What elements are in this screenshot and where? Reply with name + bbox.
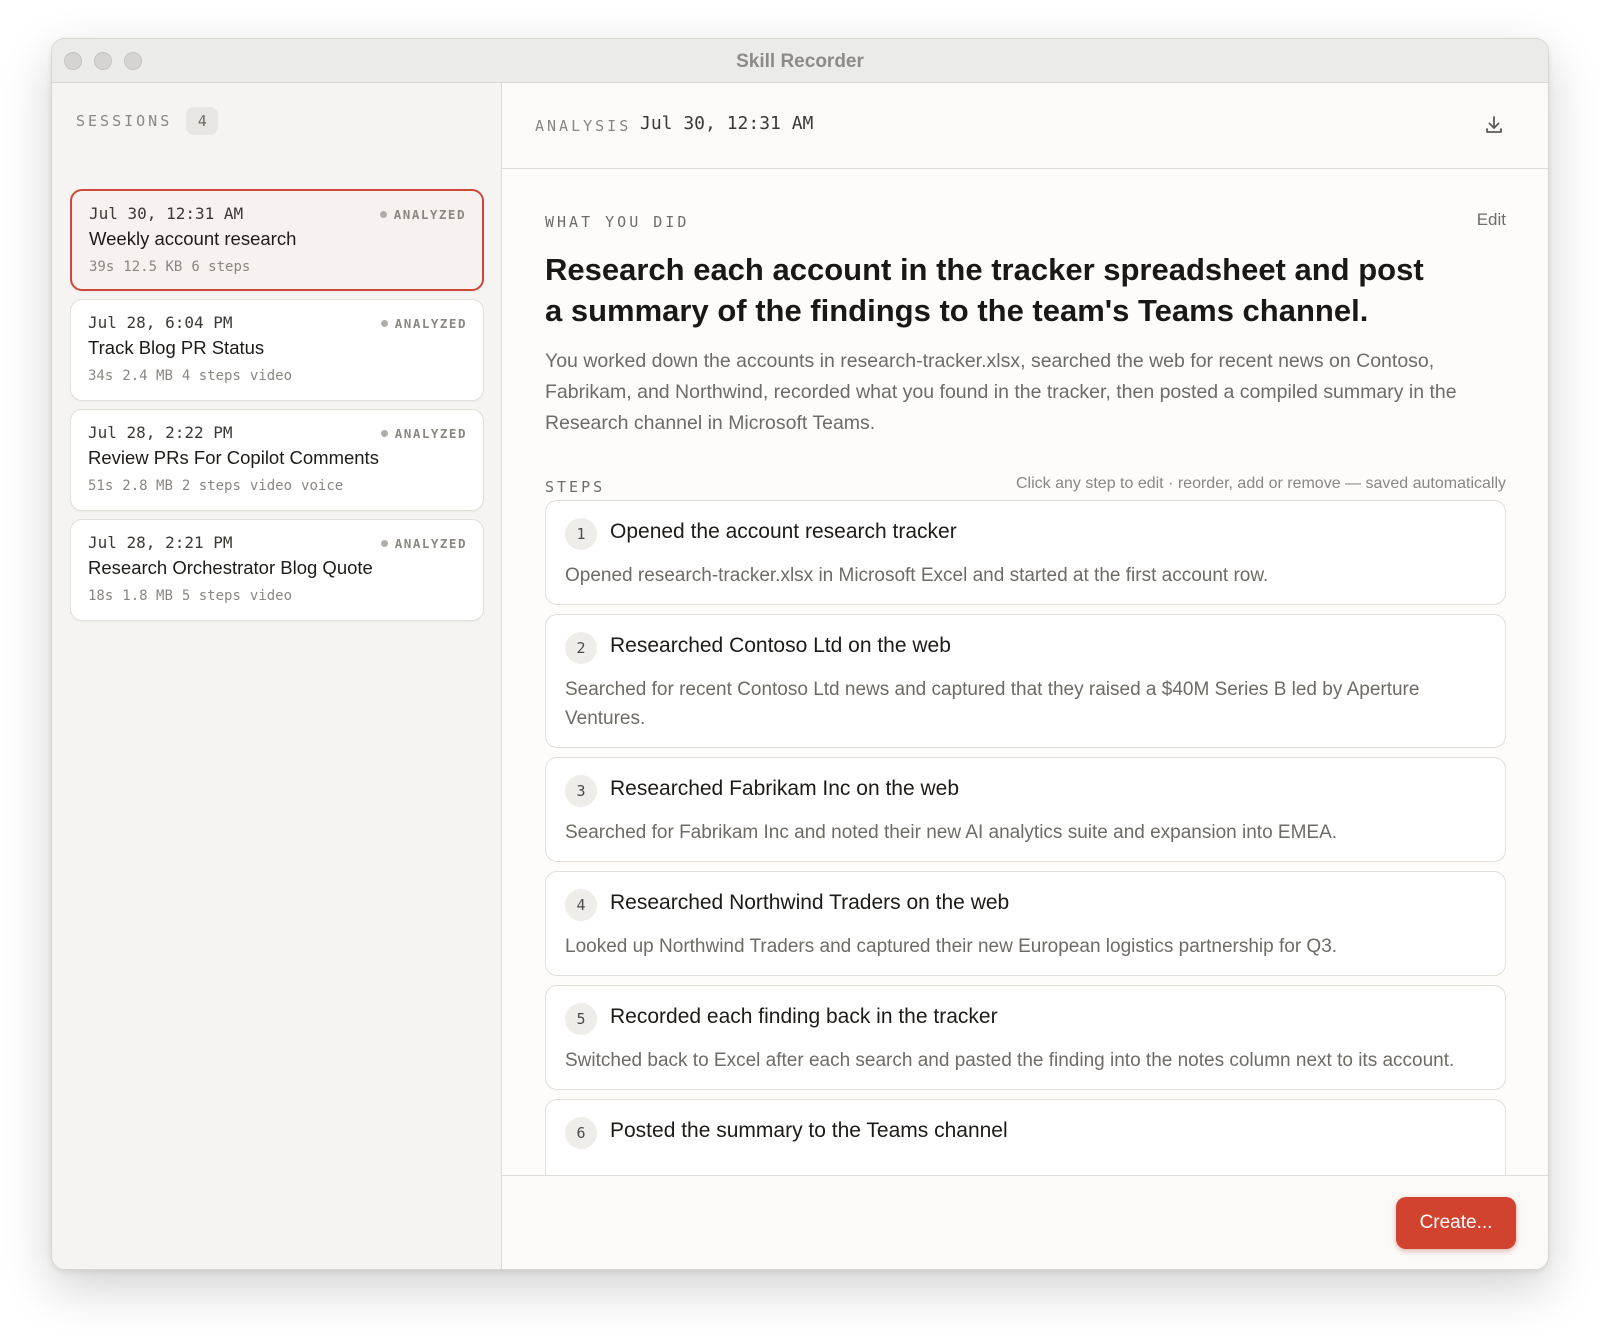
step-card[interactable]: 6 Posted the summary to the Teams channe… <box>545 1099 1506 1175</box>
status-badge: ANALYZED <box>380 536 467 551</box>
session-meta: 39s 12.5 KB 6 steps <box>89 259 259 275</box>
status-dot-icon <box>380 540 388 547</box>
session-size: 2.4 MB <box>122 368 173 384</box>
step-card[interactable]: 5 Recorded each finding back in the trac… <box>545 985 1506 1090</box>
step-title: Recorded each finding back in the tracke… <box>610 1005 998 1028</box>
status-dot-icon <box>379 211 387 218</box>
session-tag-video: video <box>249 478 293 494</box>
session-tag-video: video <box>249 368 293 384</box>
session-card[interactable]: Jul 28, 2:22 PM ANALYZED Review PRs For … <box>70 409 484 511</box>
task-summary: You worked down the accounts in research… <box>545 350 1457 434</box>
status-label: ANALYZED <box>394 426 467 441</box>
session-steps: 6 steps <box>191 259 251 275</box>
step-description: Opened research-tracker.xlsx in Microsof… <box>565 565 1269 586</box>
session-date: Jul 30, 12:31 AM <box>89 204 244 223</box>
step-card[interactable]: 3 Researched Fabrikam Inc on the web Sea… <box>545 757 1506 862</box>
session-size: 12.5 KB <box>123 259 183 275</box>
step-number: 3 <box>565 775 597 807</box>
step-number: 6 <box>565 1117 597 1149</box>
sessions-sidebar: SESSIONS 4 Jul 30, 12:31 AM ANALYZED Wee… <box>52 83 502 1269</box>
task-headline: Research each account in the tracker spr… <box>545 252 1424 328</box>
download-icon[interactable] <box>1482 113 1506 137</box>
analysis-header: ANALYSIS Jul 30, 12:31 AM <box>502 83 1548 169</box>
session-date: Jul 28, 2:21 PM <box>88 533 233 552</box>
status-badge: ANALYZED <box>380 316 467 331</box>
session-date: Jul 28, 2:22 PM <box>88 423 233 442</box>
session-steps: 5 steps <box>181 588 241 604</box>
status-badge: ANALYZED <box>380 426 467 441</box>
analysis-footer: Create... <box>502 1175 1548 1269</box>
what-you-did-label: WHAT YOU DID <box>545 213 690 231</box>
session-name: Research Orchestrator Blog Quote <box>88 557 373 578</box>
sessions-header: SESSIONS 4 <box>76 107 219 135</box>
session-card[interactable]: Jul 28, 6:04 PM ANALYZED Track Blog PR S… <box>70 299 484 401</box>
session-duration: 39s <box>89 259 115 275</box>
sessions-count-badge: 4 <box>186 107 219 135</box>
session-meta: 51s 2.8 MB 2 steps video voice <box>88 478 352 494</box>
step-number: 4 <box>565 889 597 921</box>
session-steps: 4 steps <box>181 368 241 384</box>
status-dot-icon <box>380 320 388 327</box>
window-title: Skill Recorder <box>736 51 864 72</box>
session-meta: 34s 2.4 MB 4 steps video <box>88 368 301 384</box>
analysis-panel: ANALYSIS Jul 30, 12:31 AM WHAT YOU DID E… <box>502 83 1548 1269</box>
step-title: Researched Northwind Traders on the web <box>610 891 1010 914</box>
session-size: 1.8 MB <box>122 588 173 604</box>
session-steps: 2 steps <box>181 478 241 494</box>
status-label: ANALYZED <box>393 207 466 222</box>
step-number: 1 <box>565 518 597 550</box>
step-description: Switched back to Excel after each search… <box>565 1050 1455 1071</box>
step-card[interactable]: 4 Researched Northwind Traders on the we… <box>545 871 1506 976</box>
status-label: ANALYZED <box>394 536 467 551</box>
step-title: Opened the account research tracker <box>610 520 957 543</box>
create-button[interactable]: Create... <box>1396 1197 1516 1249</box>
analysis-content: WHAT YOU DID Edit Research each account … <box>545 169 1506 1175</box>
step-title: Researched Contoso Ltd on the web <box>610 634 951 657</box>
status-label: ANALYZED <box>394 316 467 331</box>
session-duration: 51s <box>88 478 114 494</box>
edit-button[interactable]: Edit <box>1477 210 1506 230</box>
step-title: Researched Fabrikam Inc on the web <box>610 777 960 800</box>
session-date: Jul 28, 6:04 PM <box>88 313 233 332</box>
session-card[interactable]: Jul 28, 2:21 PM ANALYZED Research Orches… <box>70 519 484 621</box>
step-number: 2 <box>565 632 597 664</box>
session-size: 2.8 MB <box>122 478 173 494</box>
status-dot-icon <box>380 430 388 437</box>
session-duration: 34s <box>88 368 114 384</box>
steps-label: STEPS <box>545 478 606 496</box>
session-meta: 18s 1.8 MB 5 steps video <box>88 588 301 604</box>
step-number: 5 <box>565 1003 597 1035</box>
step-description: Looked up Northwind Traders and captured… <box>565 936 1338 957</box>
app-window: Skill Recorder SESSIONS 4 Jul 30, 12:31 … <box>51 38 1549 1270</box>
step-description: Searched for Fabrikam Inc and noted thei… <box>565 822 1338 843</box>
analysis-date: Jul 30, 12:31 AM <box>640 113 814 134</box>
analysis-label: ANALYSIS <box>535 117 632 135</box>
session-name: Track Blog PR Status <box>88 337 265 358</box>
step-card[interactable]: 1 Opened the account research tracker Op… <box>545 500 1506 605</box>
session-name: Review PRs For Copilot Comments <box>88 447 379 468</box>
session-tag-video: video <box>249 588 293 604</box>
status-badge: ANALYZED <box>379 207 466 222</box>
sessions-title: SESSIONS <box>76 112 173 130</box>
step-title: Posted the summary to the Teams channel <box>610 1119 1008 1142</box>
steps-hint: Click any step to edit · reorder, add or… <box>1016 475 1506 492</box>
session-duration: 18s <box>88 588 114 604</box>
title-bar: Skill Recorder <box>52 39 1548 83</box>
step-description: Searched for recent Contoso Ltd news and… <box>565 679 1420 729</box>
step-card[interactable]: 2 Researched Contoso Ltd on the web Sear… <box>545 614 1506 748</box>
session-name: Weekly account research <box>89 228 297 249</box>
session-tag-voice: voice <box>301 478 344 494</box>
session-card[interactable]: Jul 30, 12:31 AM ANALYZED Weekly account… <box>70 189 484 291</box>
